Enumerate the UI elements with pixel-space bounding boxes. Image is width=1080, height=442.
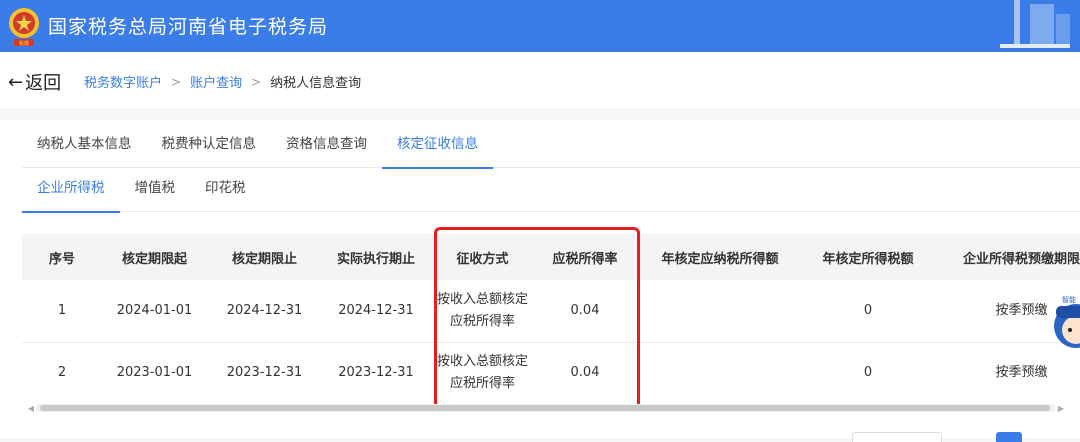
table-row: 2 2023-01-01 2023-12-31 2023-12-31 按收入总额… (22, 342, 1080, 404)
subtab-vat[interactable]: 增值税 (120, 168, 191, 212)
cell-end-date: 2024-12-31 (226, 302, 303, 318)
column-header: 企业所得税预缴期限 (962, 251, 1080, 267)
cell-annual-tax-amount: 0 (863, 365, 873, 380)
app-title: 国家税务总局河南省电子税务局 (48, 16, 329, 38)
assessment-table: 序号 核定期限起 核定期限止 实际执行期止 征收方式 应税所得率 年核定应纳税所… (22, 234, 1080, 404)
assessment-table-container: 序号 核定期限起 核定期限止 实际执行期止 征收方式 应税所得率 年核定应纳税所… (22, 234, 1080, 404)
tab-assessed-collection-info[interactable]: 核定征收信息 (382, 120, 493, 169)
column-header: 实际执行期止 (336, 251, 415, 267)
info-tabs: 纳税人基本信息 税费种认定信息 资格信息查询 核定征收信息 (22, 120, 1080, 169)
column-header: 序号 (48, 251, 75, 267)
subtab-corporate-income-tax[interactable]: 企业所得税 (22, 168, 120, 213)
cell-annual-taxable-income (635, 280, 805, 342)
cell-actual-end-date: 2023-12-31 (338, 365, 414, 380)
svg-text:智能: 智能 (1062, 295, 1076, 304)
column-header: 核定期限起 (121, 251, 187, 267)
svg-text:税徽: 税徽 (19, 40, 29, 47)
column-header: 核定期限止 (231, 251, 297, 267)
cell-index: 2 (57, 365, 67, 380)
scroll-right-icon[interactable]: ▶ (1056, 404, 1066, 413)
table-horizontal-scrollbar[interactable]: ◀ ▶ (26, 402, 1066, 414)
table-header-row: 序号 核定期限起 核定期限止 实际执行期止 征收方式 应税所得率 年核定应纳税所… (22, 234, 1080, 280)
cell-annual-tax-amount: 0 (863, 302, 873, 318)
table-row: 1 2024-01-01 2024-12-31 2024-12-31 按收入总额… (22, 280, 1080, 342)
column-header: 年核定应纳税所得额 (661, 251, 779, 267)
breadcrumb-item-current: 纳税人信息查询 (270, 76, 362, 91)
assistant-mascot-icon[interactable]: 智能 (1052, 290, 1080, 350)
subtab-stamp-tax[interactable]: 印花税 (190, 168, 261, 212)
cell-annual-taxable-income (635, 342, 805, 404)
breadcrumb: 税务数字账户 > 账户查询 > 纳税人信息查询 (84, 72, 362, 92)
chevron-right-icon: > (171, 74, 182, 89)
cell-index: 1 (57, 302, 67, 318)
scrollbar-track[interactable] (36, 404, 1056, 412)
cell-actual-end-date: 2024-12-31 (338, 302, 414, 318)
tax-type-subtabs: 企业所得税 增值税 印花税 (22, 168, 1080, 213)
back-arrow-icon: ← (8, 71, 24, 93)
back-button[interactable]: ← 返回 (8, 69, 61, 95)
scrollbar-thumb[interactable] (40, 405, 1050, 411)
tab-basic-info[interactable]: 纳税人基本信息 (22, 120, 147, 168)
breadcrumb-bar: ← 返回 税务数字账户 > 账户查询 > 纳税人信息查询 (0, 52, 1080, 108)
page-size-select[interactable] (852, 432, 942, 442)
column-header: 年核定所得税额 (822, 251, 914, 267)
cell-taxable-rate: 0.04 (570, 365, 600, 380)
pagination-button[interactable] (996, 432, 1022, 442)
cell-taxable-rate: 0.04 (570, 302, 600, 318)
tax-emblem-icon: 税徽 (9, 8, 39, 47)
chevron-right-icon: > (251, 74, 262, 89)
cell-prepay-period: 按季预缴 (995, 365, 1048, 380)
cell-end-date: 2023-12-31 (226, 365, 303, 380)
cell-start-date: 2024-01-01 (116, 302, 193, 318)
breadcrumb-item-account-query[interactable]: 账户查询 (190, 72, 242, 91)
cell-collection-method: 按收入总额核定应税所得率 (436, 291, 528, 329)
cell-start-date: 2023-01-01 (116, 365, 193, 380)
tab-tax-type-info[interactable]: 税费种认定信息 (147, 120, 272, 168)
app-header: 税徽 国家税务总局河南省电子税务局 (0, 0, 1080, 52)
content-panel: 纳税人基本信息 税费种认定信息 资格信息查询 核定征收信息 企业所得税 增值税 … (0, 120, 1080, 438)
cell-collection-method: 按收入总额核定应税所得率 (436, 354, 528, 391)
column-header: 应税所得率 (552, 251, 618, 267)
breadcrumb-item-digital-account[interactable]: 税务数字账户 (84, 72, 162, 91)
scroll-left-icon[interactable]: ◀ (26, 404, 36, 413)
column-header: 征收方式 (456, 251, 509, 267)
tab-qualification-query[interactable]: 资格信息查询 (271, 120, 382, 168)
building-decoration-icon (1000, 0, 1070, 48)
back-label: 返回 (25, 73, 62, 94)
